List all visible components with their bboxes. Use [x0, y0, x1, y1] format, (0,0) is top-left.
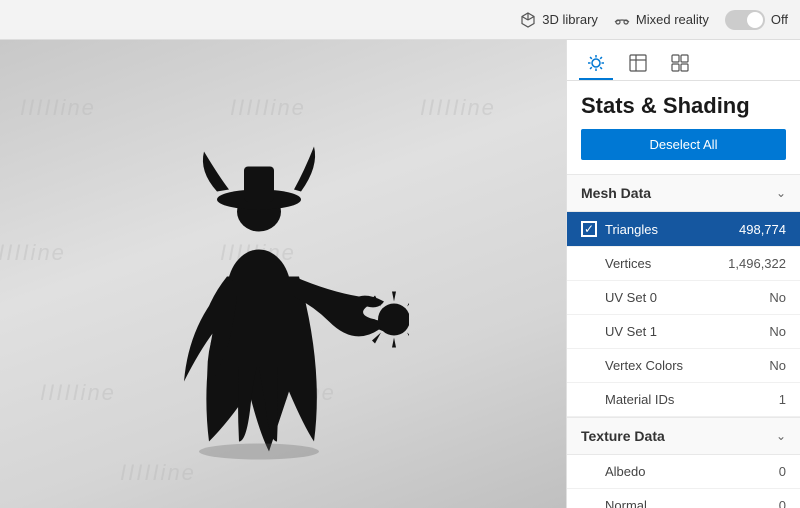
uv-set-0-label: UV Set 0 [581, 290, 657, 305]
mixed-reality-icon [614, 12, 630, 28]
vertices-value: 1,496,322 [728, 256, 786, 271]
tab-sun[interactable] [579, 48, 613, 80]
deselect-all-button[interactable]: Deselect All [581, 129, 786, 160]
top-bar: 3D library Mixed reality Off [0, 0, 800, 40]
toggle-container: Off [725, 10, 788, 30]
texture-data-label: Texture Data [581, 428, 665, 444]
watermark: IIIIIine [0, 240, 66, 266]
vertex-colors-row[interactable]: Vertex Colors No [567, 349, 800, 383]
texture-data-header[interactable]: Texture Data ⌄ [567, 417, 800, 455]
material-ids-row[interactable]: Material IDs 1 [567, 383, 800, 417]
triangles-checkbox[interactable]: ✓ [581, 221, 597, 237]
watermark: IIIIIine [40, 380, 116, 406]
tab-tiles[interactable] [663, 48, 697, 80]
material-ids-value: 1 [779, 392, 786, 407]
mesh-data-chevron: ⌄ [776, 186, 786, 200]
triangles-value: 498,774 [739, 222, 786, 237]
vertex-colors-value: No [769, 358, 786, 373]
triangles-label-container: ✓ Triangles [581, 221, 658, 237]
tab-grid[interactable] [621, 48, 655, 80]
triangles-label: Triangles [605, 222, 658, 237]
panel-tabs [567, 40, 800, 81]
watermark: IIIIIine [420, 95, 496, 121]
mixed-reality-button[interactable]: Mixed reality [614, 12, 709, 28]
normal-value: 0 [779, 498, 786, 508]
main-content: IIIIIine IIIIIine IIIIIine IIIIIine IIII… [0, 40, 800, 508]
albedo-label: Albedo [581, 464, 645, 479]
right-panel: Stats & Shading Deselect All Mesh Data ⌄… [566, 40, 800, 508]
table-icon [629, 54, 647, 72]
vertices-label: Vertices [581, 256, 651, 271]
vertices-row[interactable]: Vertices 1,496,322 [567, 247, 800, 281]
panel-title: Stats & Shading [567, 81, 800, 129]
material-ids-label: Material IDs [581, 392, 674, 407]
3d-model [129, 82, 409, 467]
triangles-row[interactable]: ✓ Triangles 498,774 [567, 212, 800, 247]
3d-library-button[interactable]: 3D library [520, 12, 598, 28]
albedo-row[interactable]: Albedo 0 [567, 455, 800, 489]
vertex-colors-label: Vertex Colors [581, 358, 683, 373]
sun-icon [587, 54, 605, 72]
tiles-icon [671, 54, 689, 72]
normal-label: Normal [581, 498, 647, 508]
toggle-label: Off [771, 12, 788, 27]
uv-set-0-value: No [769, 290, 786, 305]
normal-row[interactable]: Normal 0 [567, 489, 800, 508]
mesh-data-header[interactable]: Mesh Data ⌄ [567, 174, 800, 212]
toggle-knob [747, 12, 763, 28]
texture-data-chevron: ⌄ [776, 429, 786, 443]
albedo-value: 0 [779, 464, 786, 479]
mesh-data-label: Mesh Data [581, 185, 651, 201]
uv-set-0-row[interactable]: UV Set 0 No [567, 281, 800, 315]
watermark: IIIIIine [20, 95, 96, 121]
toggle-switch[interactable] [725, 10, 765, 30]
viewport: IIIIIine IIIIIine IIIIIine IIIIIine IIII… [0, 40, 566, 508]
cube-icon [520, 12, 536, 28]
uv-set-1-label: UV Set 1 [581, 324, 657, 339]
uv-set-1-row[interactable]: UV Set 1 No [567, 315, 800, 349]
uv-set-1-value: No [769, 324, 786, 339]
